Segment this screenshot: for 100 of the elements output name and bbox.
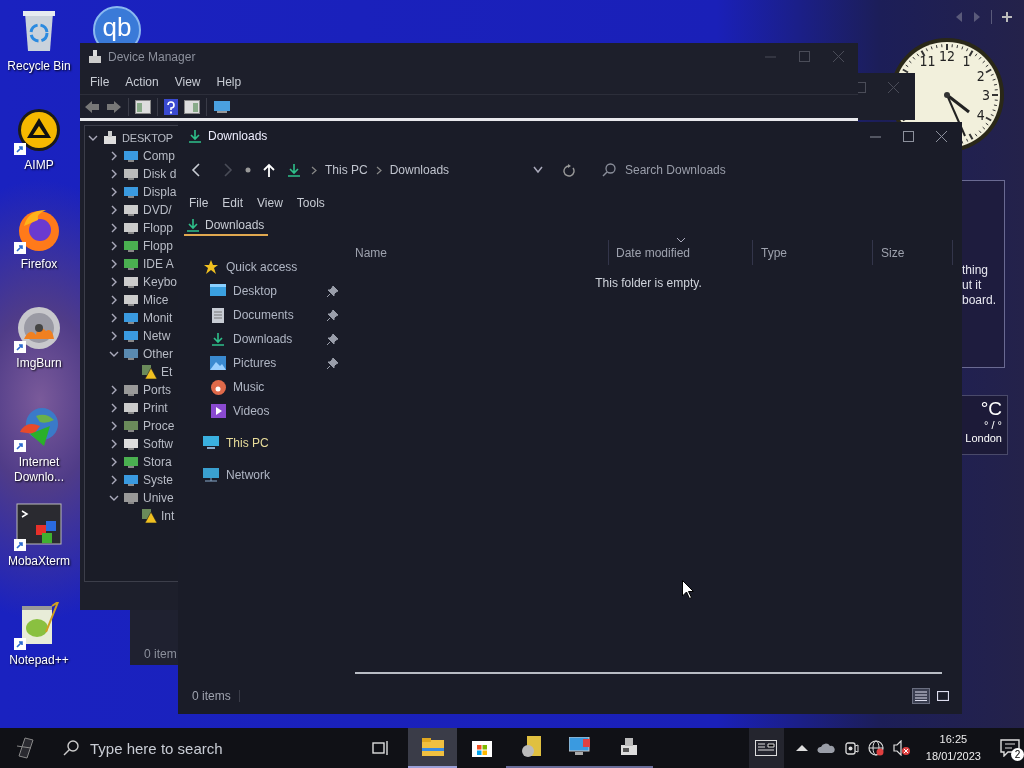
expand-chevron-icon[interactable] bbox=[109, 403, 119, 413]
dropdown-caret-icon[interactable] bbox=[533, 166, 543, 174]
nav-item[interactable]: Network bbox=[178, 463, 338, 487]
nav-item[interactable]: Quick access bbox=[178, 255, 338, 279]
collapse-chevron-icon[interactable] bbox=[88, 133, 98, 143]
tree-item-label[interactable]: Disk d bbox=[143, 167, 177, 181]
history-dot-icon[interactable] bbox=[245, 167, 251, 173]
add-icon[interactable] bbox=[1002, 12, 1012, 22]
expand-chevron-icon[interactable] bbox=[109, 223, 119, 233]
tree-item-label[interactable]: DESKTOP bbox=[122, 132, 173, 144]
collapse-chevron-icon[interactable] bbox=[109, 493, 119, 503]
tree-item-label[interactable]: Int bbox=[161, 509, 175, 523]
news-icon[interactable] bbox=[755, 740, 778, 756]
pin-icon[interactable] bbox=[327, 285, 338, 297]
pin-icon[interactable] bbox=[327, 333, 338, 345]
tiles-view-button[interactable] bbox=[934, 688, 952, 704]
tree-item-label[interactable]: Keybo bbox=[143, 275, 178, 289]
tree-item-label[interactable]: Mice bbox=[143, 293, 169, 307]
expand-chevron-icon[interactable] bbox=[109, 421, 119, 431]
tree-item-label[interactable]: Print bbox=[143, 401, 168, 415]
menu-item[interactable]: File bbox=[82, 75, 118, 89]
breadcrumb-item[interactable]: Downloads bbox=[389, 163, 450, 177]
tree-item-label[interactable]: Unive bbox=[143, 491, 174, 505]
muted-speaker-icon[interactable] bbox=[892, 740, 911, 756]
nav-item[interactable]: Desktop bbox=[178, 279, 338, 303]
expand-chevron-icon[interactable] bbox=[109, 169, 119, 179]
nav-item[interactable]: Downloads bbox=[178, 327, 338, 351]
close-icon[interactable] bbox=[936, 130, 947, 142]
menu-item[interactable]: Edit bbox=[215, 195, 251, 210]
column-header[interactable]: Name bbox=[345, 240, 609, 265]
back-icon[interactable] bbox=[190, 163, 202, 177]
cloud-icon[interactable] bbox=[816, 742, 835, 754]
menu-item[interactable]: View bbox=[166, 75, 209, 89]
tree-item-label[interactable]: Comp bbox=[143, 149, 175, 163]
pin-icon[interactable] bbox=[327, 309, 338, 321]
taskbar-search-field[interactable]: Type here to search bbox=[48, 728, 366, 768]
expand-chevron-icon[interactable] bbox=[109, 331, 119, 341]
tree-item-label[interactable]: Netw bbox=[143, 329, 171, 343]
column-header[interactable]: Size bbox=[873, 240, 953, 265]
tree-item-label[interactable]: IDE A bbox=[143, 257, 174, 271]
panel-icon[interactable] bbox=[184, 99, 200, 114]
nav-item[interactable]: Music bbox=[178, 375, 338, 399]
expand-chevron-icon[interactable] bbox=[109, 385, 119, 395]
desktop-icon-label[interactable]: ImgBurn bbox=[1, 356, 77, 371]
expand-chevron-icon[interactable] bbox=[109, 277, 119, 287]
tree-item-label[interactable]: Stora bbox=[143, 455, 172, 469]
globe-icon[interactable] bbox=[867, 740, 884, 756]
ribbon-tab[interactable]: Downloads bbox=[184, 217, 269, 236]
nav-item[interactable]: Videos bbox=[178, 399, 338, 423]
desktop-icon-label[interactable]: MobaXterm bbox=[1, 554, 77, 569]
panel-icon[interactable] bbox=[135, 99, 151, 114]
menu-item[interactable]: Help bbox=[208, 75, 250, 89]
tree-item-label[interactable]: Displa bbox=[143, 185, 177, 199]
breadcrumb-item[interactable]: This PC bbox=[325, 163, 368, 177]
maximize-icon[interactable] bbox=[903, 130, 914, 142]
tree-item-label[interactable]: Flopp bbox=[143, 239, 174, 253]
desktop-icon-label[interactable]: Internet Downlo... bbox=[1, 455, 77, 485]
menu-item[interactable]: File bbox=[182, 195, 216, 210]
expand-chevron-icon[interactable] bbox=[109, 205, 119, 215]
notifications-button[interactable]: 2 bbox=[995, 733, 1024, 763]
desktop-icon-label[interactable]: Recycle Bin bbox=[1, 59, 77, 74]
taskbar-app[interactable] bbox=[408, 728, 457, 768]
chevron-up-icon[interactable] bbox=[795, 744, 808, 752]
expand-chevron-icon[interactable] bbox=[109, 475, 119, 485]
monitor-icon[interactable] bbox=[213, 99, 231, 114]
nav-item[interactable]: Documents bbox=[178, 303, 338, 327]
expand-chevron-icon[interactable] bbox=[109, 313, 119, 323]
taskbar-time[interactable]: 16:25 bbox=[924, 731, 983, 748]
menu-item[interactable]: Action bbox=[117, 75, 167, 89]
help-icon[interactable] bbox=[164, 98, 178, 115]
expand-chevron-icon[interactable] bbox=[109, 439, 119, 449]
refresh-icon[interactable] bbox=[563, 163, 575, 177]
tree-item-label[interactable]: Softw bbox=[143, 437, 173, 451]
menu-item[interactable]: View bbox=[250, 195, 290, 210]
horizontal-scrollbar[interactable] bbox=[355, 672, 942, 674]
tree-item-label[interactable]: Proce bbox=[143, 419, 175, 433]
app-logo-icon[interactable]: qb bbox=[93, 6, 141, 43]
details-view-button[interactable] bbox=[912, 688, 930, 704]
menu-item[interactable]: Tools bbox=[289, 195, 332, 210]
up-arrow-icon[interactable] bbox=[263, 163, 275, 177]
tree-item-label[interactable]: DVD/ bbox=[143, 203, 172, 217]
tree-item-label[interactable]: Syste bbox=[143, 473, 173, 487]
taskbar-date[interactable]: 18/01/2023 bbox=[924, 748, 983, 765]
expand-chevron-icon[interactable] bbox=[109, 241, 119, 251]
tree-item-label[interactable]: Monit bbox=[143, 311, 173, 325]
back-arrow-icon[interactable] bbox=[84, 99, 100, 114]
expand-chevron-icon[interactable] bbox=[109, 151, 119, 161]
collapse-chevron-icon[interactable] bbox=[109, 349, 119, 359]
expand-chevron-icon[interactable] bbox=[109, 457, 119, 467]
expand-chevron-icon[interactable] bbox=[109, 187, 119, 197]
task-view-icon[interactable] bbox=[371, 740, 390, 756]
expand-chevron-icon[interactable] bbox=[109, 295, 119, 305]
nav-item[interactable]: Pictures bbox=[178, 351, 338, 375]
column-header[interactable]: Type bbox=[753, 240, 873, 265]
search-field[interactable]: Search Downloads bbox=[602, 163, 726, 177]
expand-chevron-icon[interactable] bbox=[109, 259, 119, 269]
pin-icon[interactable] bbox=[327, 357, 338, 369]
tree-item-label[interactable]: Other bbox=[143, 347, 173, 361]
forward-arrow-icon[interactable] bbox=[106, 99, 122, 114]
tree-item-label[interactable]: Et bbox=[161, 365, 173, 379]
